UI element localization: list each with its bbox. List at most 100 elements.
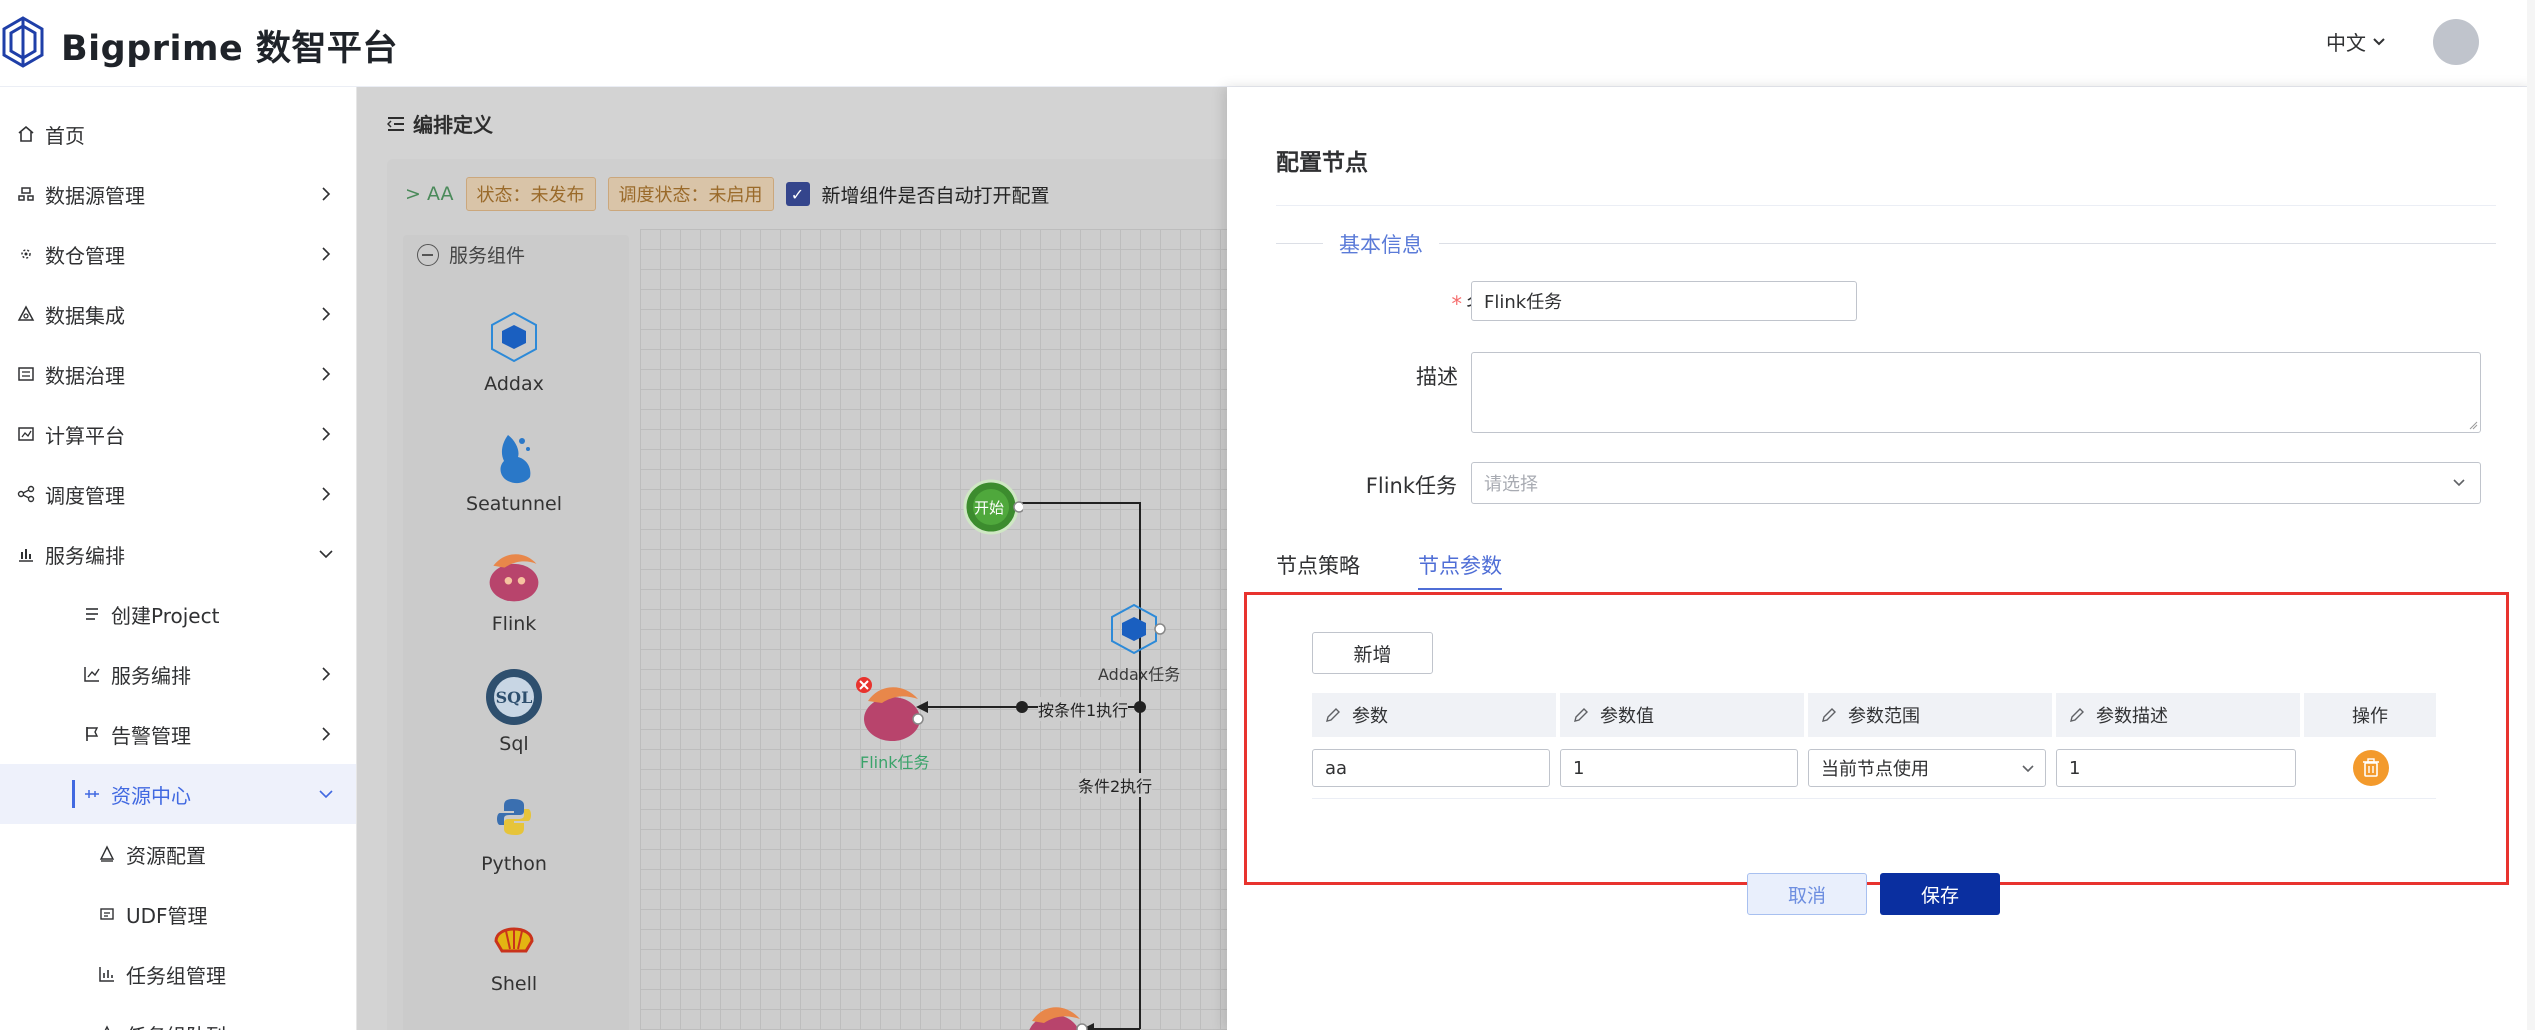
python-icon [497, 799, 531, 835]
sidebar-item-alerts[interactable]: 告警管理 [0, 704, 356, 764]
save-button[interactable]: 保存 [1880, 873, 2000, 915]
flink-task-select[interactable]: 请选择 [1471, 462, 2481, 504]
integration-icon [17, 305, 35, 321]
sidebar-item-governance[interactable]: 数据治理 [0, 344, 356, 404]
home-icon [18, 125, 34, 142]
addax-icon [491, 311, 537, 363]
palette-title: 服务组件 [449, 245, 526, 267]
component-label: Flink [491, 613, 537, 635]
drawer-title: 配置节点 [1276, 150, 1368, 176]
sidebar-item-warehouse[interactable]: 数仓管理 [0, 224, 356, 284]
chevron-down-icon [319, 550, 333, 559]
sidebar-item-udf[interactable]: UDF管理 [0, 884, 356, 944]
component-label: Addax [484, 373, 544, 395]
sidebar-item-label: 数仓管理 [45, 243, 125, 268]
component-flink[interactable]: Flink [449, 547, 579, 635]
component-label: Shell [490, 973, 538, 995]
main-content-overlay: 编排定义 > AA 状态：未发布 调度状态：未启用 ✓ 新增组件是否自动打开配置… [357, 87, 1227, 1030]
sidebar-item-service-orchestration[interactable]: 服务编排 [0, 644, 356, 704]
component-python[interactable]: Python [449, 787, 579, 875]
component-addax[interactable]: Addax [449, 307, 579, 395]
chevron-down-icon [2373, 37, 2385, 45]
top-header: Bigprime 数智平台 中文 [0, 0, 2535, 87]
cancel-button[interactable]: 取消 [1747, 873, 1867, 915]
sidebar-item-orchestration[interactable]: 服务编排 [0, 524, 356, 584]
schedule-status-tag: 调度状态：未启用 [607, 177, 774, 211]
language-switch[interactable]: 中文 [2326, 27, 2386, 56]
chevron-down-icon [2453, 479, 2465, 487]
component-seatunnel[interactable]: Seatunnel [449, 427, 579, 515]
chevron-right-icon [322, 367, 331, 381]
flink-task-label: Flink任务 [1365, 474, 1457, 498]
queue-icon [104, 1025, 110, 1030]
sidebar-item-compute[interactable]: 计算平台 [0, 404, 356, 464]
flink-task-2-node-icon[interactable] [1024, 999, 1090, 1030]
task-group-icon [99, 967, 114, 982]
sidebar-item-integration[interactable]: 数据集成 [0, 284, 356, 344]
brand-logo-icon [2, 16, 44, 68]
sidebar-item-task-queue[interactable]: 任务组队列 [0, 1004, 356, 1030]
status-tag: 状态：未发布 [465, 177, 596, 211]
addax-task-label: Addax任务 [1098, 665, 1181, 684]
section-divider [1276, 243, 2496, 244]
sidebar-item-resource-config[interactable]: 资源配置 [0, 824, 356, 884]
sidebar-item-task-group[interactable]: 任务组管理 [0, 944, 356, 1004]
brand-title: Bigprime 数智平台 [61, 29, 398, 69]
config-icon [99, 845, 115, 862]
user-avatar[interactable] [2433, 19, 2479, 65]
chevron-right-icon [322, 727, 331, 741]
addax-task-node-icon[interactable] [1106, 601, 1166, 661]
page-scrollbar[interactable] [2527, 0, 2535, 1030]
chevron-right-icon [322, 247, 331, 261]
sidebar-item-label: 服务编排 [111, 663, 191, 688]
schedule-icon [17, 485, 35, 503]
palette-header[interactable]: 服务组件 [417, 241, 525, 268]
sidebar-item-label: 首页 [45, 123, 85, 148]
sidebar-item-create-project[interactable]: 创建Project [0, 584, 356, 644]
description-textarea[interactable] [1471, 352, 2481, 433]
database-icon [18, 187, 34, 201]
breadcrumb: 编排定义 [387, 109, 493, 138]
flink-task-placeholder: 请选择 [1484, 474, 1538, 495]
component-shell[interactable]: Shell [449, 907, 579, 995]
seatunnel-icon [500, 435, 531, 484]
sidebar-item-home[interactable]: 首页 [0, 104, 356, 164]
component-sql[interactable]: SQL Sql [449, 667, 579, 755]
component-label: Seatunnel [466, 493, 562, 515]
config-node-drawer: 配置节点 基本信息 *名称 Flink任务 描述 Flink任务 请选择 节点策… [1227, 87, 2535, 1030]
sidebar-item-label: UDF管理 [126, 903, 208, 928]
auto-open-label: 新增组件是否自动打开配置 [821, 184, 1050, 207]
chart-icon [19, 549, 33, 562]
governance-icon [18, 367, 34, 381]
name-input[interactable]: Flink任务 [1471, 281, 1857, 321]
sidebar-item-label: 告警管理 [111, 723, 191, 748]
chevron-right-icon [322, 667, 331, 681]
title-divider [1276, 205, 2496, 206]
sidebar-item-resource-center[interactable]: 资源中心 [0, 764, 356, 824]
menu-fold-icon [387, 116, 404, 131]
component-label: Python [481, 853, 547, 875]
status-row: > AA 状态：未发布 调度状态：未启用 ✓ 新增组件是否自动打开配置 [405, 177, 1050, 211]
sidebar-item-datasource[interactable]: 数据源管理 [0, 164, 356, 224]
chevron-right-icon [322, 427, 331, 441]
description-label: 描述 [1416, 365, 1458, 389]
shell-icon [494, 927, 534, 953]
workflow-canvas[interactable]: 开始 Addax任务 Flink任务 按条件1执行 条件2执行 [640, 229, 1227, 1030]
auto-open-checkbox[interactable]: ✓ [785, 182, 810, 206]
list-icon [86, 608, 98, 620]
tab-node-strategy[interactable]: 节点策略 [1276, 550, 1360, 590]
project-name: AA [426, 183, 454, 205]
svg-text:SQL: SQL [496, 688, 533, 707]
sidebar-item-label: 计算平台 [45, 423, 125, 448]
tab-node-params[interactable]: 节点参数 [1418, 550, 1502, 590]
sidebar-item-schedule[interactable]: 调度管理 [0, 464, 356, 524]
project-crumb[interactable]: > AA [405, 183, 454, 205]
condition-1-label: 按条件1执行 [1038, 697, 1129, 721]
active-indicator [72, 780, 75, 808]
warehouse-icon [21, 249, 31, 259]
line-chart-icon [84, 667, 100, 682]
chevron-down-icon [319, 790, 333, 799]
flink-task-node-icon[interactable] [856, 677, 926, 747]
page-title: 编排定义 [413, 113, 493, 137]
sidebar-item-label: 服务编排 [45, 543, 125, 568]
